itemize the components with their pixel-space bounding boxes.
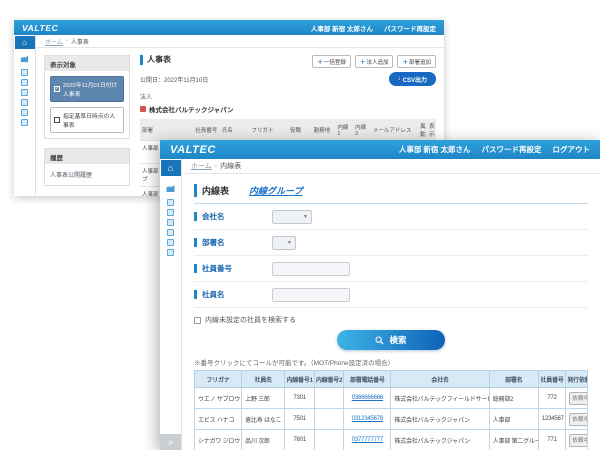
plus-icon: ＋ xyxy=(360,58,366,66)
breadcrumb-home-link[interactable]: ホーム xyxy=(45,37,63,46)
logout-link[interactable]: ログアウト xyxy=(553,144,591,155)
breadcrumb-separator-icon: › xyxy=(215,163,217,170)
department-name-label: 部署名 xyxy=(194,238,272,247)
form-row: 社員名 xyxy=(194,282,588,308)
extension-table-main: 内線表 内線グループ 会社名 ▼ 部署名 ▼ 社員番号 社員名 xyxy=(182,174,600,450)
add-department-button[interactable]: ＋部署追加 xyxy=(397,55,436,68)
corporation-name: 株式会社バルテックジャパン xyxy=(140,104,436,114)
chevron-down-icon: ▼ xyxy=(303,214,308,220)
employee-number-label: 社員番号 xyxy=(194,264,272,273)
logged-in-user: 人事部 新宿 太郎さん xyxy=(311,23,373,33)
search-icon xyxy=(375,336,384,345)
table-row: ウエノ サブロウ上野 三郎 7301 0366666666 株式会社バルテックフ… xyxy=(195,388,588,409)
corporation-label: 法人 xyxy=(140,92,436,101)
page-title: 人事表 xyxy=(140,55,171,65)
sidebar-expand-button[interactable]: » xyxy=(160,434,181,450)
sidebar: ⌂ » xyxy=(160,159,182,450)
bulk-register-button[interactable]: ＋一括登録 xyxy=(312,55,351,68)
logged-in-user: 人事部 新宿 太郎さん xyxy=(399,144,471,155)
unset-extension-filter: 内線未設定の社員を検索する xyxy=(194,315,588,325)
hr-table-history-link[interactable]: 人事表公開履歴 xyxy=(50,169,124,180)
home-icon[interactable]: ⌂ xyxy=(15,36,35,49)
plus-icon: ＋ xyxy=(317,58,323,66)
corporation-icon xyxy=(140,106,146,112)
menu-icon[interactable] xyxy=(21,89,28,96)
extension-table: フリガナ社員名 内線番号1内線番号2 部署電話番号会社名 部署名社員番号 発行依… xyxy=(194,370,588,450)
plus-icon: ＋ xyxy=(402,58,408,66)
sidebar: ⌂ xyxy=(14,35,36,196)
home-icon[interactable]: ⌂ xyxy=(161,160,181,176)
department-select[interactable]: ▼ xyxy=(272,236,296,250)
employee-number-input[interactable] xyxy=(272,262,350,276)
extension-table-window: VALTEC 人事部 新宿 太郎さん パスワード再設定 ログアウト ⌂ » ホー… xyxy=(160,140,600,450)
password-reset-link[interactable]: パスワード再設定 xyxy=(384,23,436,33)
display-target-heading: 表示対象 xyxy=(45,56,129,71)
organization-icon[interactable] xyxy=(165,183,176,193)
request-status-button[interactable]: 依頼中 xyxy=(569,434,587,447)
form-row: 会社名 ▼ xyxy=(194,204,588,230)
form-row: 社員番号 xyxy=(194,256,588,282)
call-note: ※番号クリックにてコールが可能です。（MOT/Phone設定済の場合） xyxy=(194,357,588,367)
request-status-button[interactable]: 依頼中 xyxy=(569,392,587,405)
valtec-logo: VALTEC xyxy=(22,23,58,33)
breadcrumb-home-link[interactable]: ホーム xyxy=(191,161,212,171)
phone-link[interactable]: 0366666666 xyxy=(352,395,383,401)
password-reset-link[interactable]: パスワード再設定 xyxy=(482,144,542,155)
chevrons-right-icon: » xyxy=(168,437,173,447)
tab-extension-group[interactable]: 内線グループ xyxy=(249,184,302,197)
dated-hr-table-option[interactable]: ✓ 2022年11月01日付け人事表 xyxy=(50,76,124,102)
unset-extension-checkbox[interactable] xyxy=(194,317,201,324)
tab-extension-table[interactable]: 内線表 xyxy=(194,184,229,197)
menu-icon[interactable] xyxy=(167,229,174,236)
base-date-hr-table-option[interactable]: 指定基準日時点の人事表 xyxy=(50,107,124,133)
menu-icon[interactable] xyxy=(167,199,174,206)
menu-icon[interactable] xyxy=(167,209,174,216)
employee-name-label: 社員名 xyxy=(194,290,272,299)
tab-bar: 内線表 内線グループ xyxy=(194,184,588,204)
menu-icon[interactable] xyxy=(21,119,28,126)
add-corporation-button[interactable]: ＋法人追加 xyxy=(355,55,394,68)
table-row: エビス ハナコ恵比寿 はなこ 7501 0312345678 株式会社バルテック… xyxy=(195,409,588,430)
history-heading: 履歴 xyxy=(45,149,129,164)
option-label: 指定基準日時点の人事表 xyxy=(63,111,120,129)
csv-export-button[interactable]: ↓CSV出力 xyxy=(389,72,436,86)
breadcrumb-current: 人事表 xyxy=(71,37,89,46)
menu-icon[interactable] xyxy=(21,79,28,86)
chevron-down-icon: ▼ xyxy=(287,240,292,246)
menu-icon[interactable] xyxy=(167,219,174,226)
menu-icon[interactable] xyxy=(21,69,28,76)
app-header: VALTEC 人事部 新宿 太郎さん パスワード再設定 xyxy=(14,20,444,35)
unchecked-checkbox-icon xyxy=(54,117,60,123)
request-status-button[interactable]: 依頼中 xyxy=(569,413,587,426)
form-row: 部署名 ▼ xyxy=(194,230,588,256)
valtec-logo: VALTEC xyxy=(170,144,216,156)
search-button[interactable]: 検索 xyxy=(337,330,445,350)
table-header-row: フリガナ社員名 内線番号1内線番号2 部署電話番号会社名 部署名社員番号 発行依… xyxy=(195,371,588,388)
menu-icon[interactable] xyxy=(21,99,28,106)
menu-icon[interactable] xyxy=(167,249,174,256)
phone-link[interactable]: 0312345678 xyxy=(352,416,383,422)
company-select[interactable]: ▼ xyxy=(272,210,312,224)
breadcrumb: ホーム › 人事表 xyxy=(36,35,444,48)
checked-checkbox-icon: ✓ xyxy=(54,86,60,92)
company-name-label: 会社名 xyxy=(194,212,272,221)
table-row: シナガワ ジロウ品川 次郎 7601 0377777777 株式会社バルテックジ… xyxy=(195,430,588,450)
breadcrumb-separator-icon: › xyxy=(66,38,68,44)
phone-link[interactable]: 0377777777 xyxy=(352,437,383,443)
checkbox-label: 内線未設定の社員を検索する xyxy=(205,315,296,325)
option-label: 2022年11月01日付け人事表 xyxy=(63,80,120,98)
employee-name-input[interactable] xyxy=(272,288,350,302)
menu-icon[interactable] xyxy=(167,239,174,246)
app-header: VALTEC 人事部 新宿 太郎さん パスワード再設定 ログアウト xyxy=(160,140,600,159)
download-icon: ↓ xyxy=(398,76,401,82)
organization-icon[interactable] xyxy=(20,54,29,63)
filter-panel: 表示対象 ✓ 2022年11月01日付け人事表 指定基準日時点の人事表 xyxy=(44,55,130,189)
breadcrumb: ホーム › 内線表 xyxy=(182,159,600,174)
menu-icon[interactable] xyxy=(21,109,28,116)
table-header-row: 部署社員番号 氏名フリガナ 役職勤務地 内線1内線2 メールアドレス異動 表示 xyxy=(140,119,436,141)
breadcrumb-current: 内線表 xyxy=(220,161,241,171)
publish-date: 公開日：2022年11月10日 xyxy=(140,75,208,84)
